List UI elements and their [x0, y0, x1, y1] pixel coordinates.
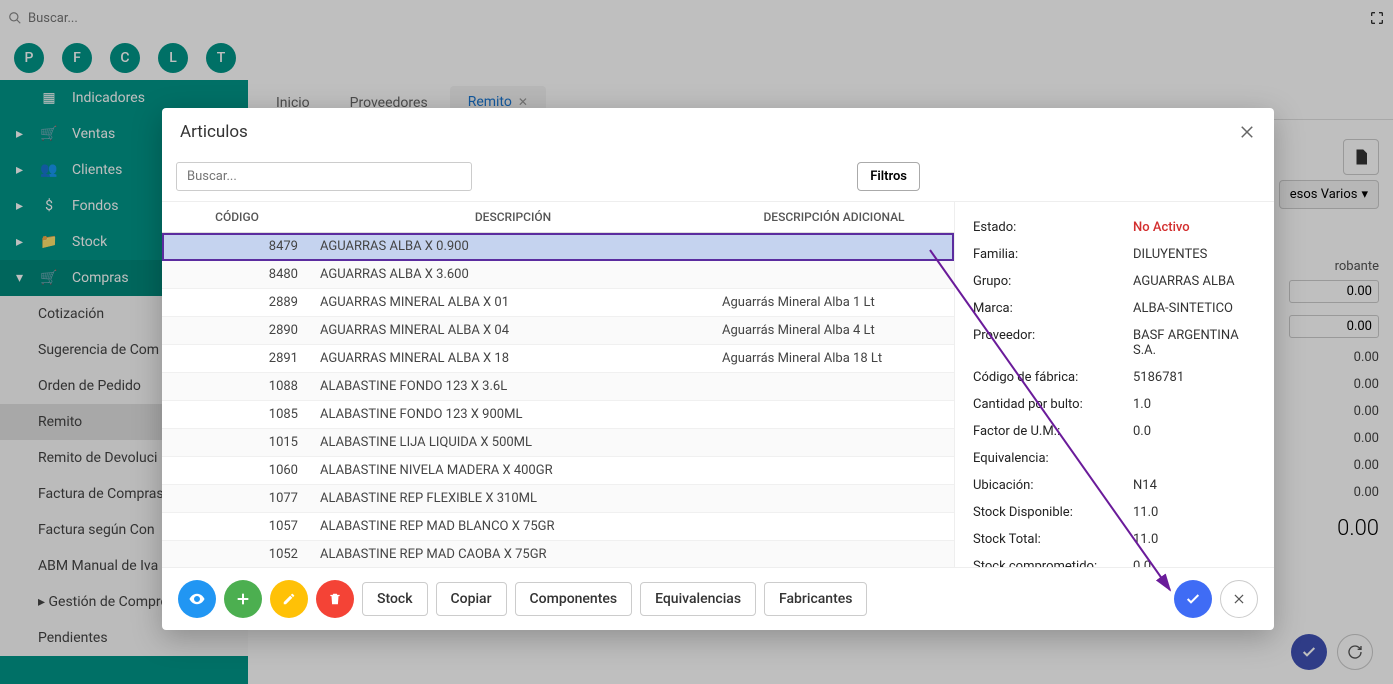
cell-code: 2890 — [162, 317, 312, 345]
cell-desc2 — [714, 233, 954, 261]
detail-label: Equivalencia: — [973, 451, 1133, 466]
cell-desc2 — [714, 373, 954, 401]
articles-grid[interactable]: CÓDIGO DESCRIPCIÓN DESCRIPCIÓN ADICIONAL… — [162, 202, 954, 567]
cell-desc: ALABASTINE REP FLEXIBLE X 310ML — [312, 485, 714, 513]
modal-close-button[interactable] — [1238, 123, 1256, 141]
detail-label: Stock Disponible: — [973, 505, 1133, 520]
detail-value: 0.0 — [1133, 559, 1256, 567]
detail-label: Grupo: — [973, 274, 1133, 289]
detail-value — [1133, 451, 1256, 466]
cell-code: 8479 — [162, 233, 312, 261]
cell-desc2: Aguarrás Mineral Alba 4 Lt — [714, 317, 954, 345]
cell-desc2 — [714, 541, 954, 568]
edit-button[interactable] — [270, 580, 308, 618]
modal-title: Articulos — [180, 122, 248, 142]
cancel-button[interactable] — [1220, 580, 1258, 618]
detail-label: Ubicación: — [973, 478, 1133, 493]
table-row[interactable]: 1088ALABASTINE FONDO 123 X 3.6L — [162, 373, 954, 401]
table-row[interactable]: 8480AGUARRAS ALBA X 3.600 — [162, 261, 954, 289]
cell-code: 1060 — [162, 457, 312, 485]
detail-label: Código de fábrica: — [973, 370, 1133, 385]
detail-value: No Activo — [1133, 220, 1256, 235]
cell-code: 1052 — [162, 541, 312, 568]
cell-code: 1085 — [162, 401, 312, 429]
detail-label: Factor de U.M.: — [973, 424, 1133, 439]
detail-label: Stock comprometido: — [973, 559, 1133, 567]
cell-desc: AGUARRAS ALBA X 0.900 — [312, 233, 714, 261]
table-row[interactable]: 2890AGUARRAS MINERAL ALBA X 04Aguarrás M… — [162, 317, 954, 345]
col-code: CÓDIGO — [162, 202, 312, 233]
cell-desc: AGUARRAS MINERAL ALBA X 01 — [312, 289, 714, 317]
add-button[interactable] — [224, 580, 262, 618]
cell-code: 1088 — [162, 373, 312, 401]
cell-code: 2889 — [162, 289, 312, 317]
detail-value: 11.0 — [1133, 532, 1256, 547]
cell-code: 1077 — [162, 485, 312, 513]
cell-desc: ALABASTINE FONDO 123 X 3.6L — [312, 373, 714, 401]
table-row[interactable]: 1015ALABASTINE LIJA LIQUIDA X 500ML — [162, 429, 954, 457]
cell-desc2: Aguarrás Mineral Alba 18 Lt — [714, 345, 954, 373]
equivalencias-button[interactable]: Equivalencias — [640, 582, 756, 616]
delete-button[interactable] — [316, 580, 354, 618]
col-desc2: DESCRIPCIÓN ADICIONAL — [714, 202, 954, 233]
detail-value: AGUARRAS ALBA — [1133, 274, 1256, 289]
col-desc: DESCRIPCIÓN — [312, 202, 714, 233]
cell-desc: AGUARRAS ALBA X 3.600 — [312, 261, 714, 289]
cell-desc: ALABASTINE REP MAD CAOBA X 75GR — [312, 541, 714, 568]
table-row[interactable]: 1052ALABASTINE REP MAD CAOBA X 75GR — [162, 541, 954, 568]
cell-desc2 — [714, 457, 954, 485]
cell-desc2: Aguarrás Mineral Alba 1 Lt — [714, 289, 954, 317]
copiar-button[interactable]: Copiar — [436, 582, 507, 616]
cell-code: 2891 — [162, 345, 312, 373]
cell-desc: AGUARRAS MINERAL ALBA X 18 — [312, 345, 714, 373]
view-button[interactable] — [178, 580, 216, 618]
cell-desc2 — [714, 429, 954, 457]
cell-desc2 — [714, 485, 954, 513]
detail-label: Stock Total: — [973, 532, 1133, 547]
modal-search-input[interactable] — [176, 162, 472, 191]
table-row[interactable]: 8479AGUARRAS ALBA X 0.900 — [162, 233, 954, 261]
table-row[interactable]: 2889AGUARRAS MINERAL ALBA X 01Aguarrás M… — [162, 289, 954, 317]
detail-value: BASF ARGENTINA S.A. — [1133, 328, 1256, 358]
detail-label: Proveedor: — [973, 328, 1133, 358]
detail-value: DILUYENTES — [1133, 247, 1256, 262]
detail-value: 1.0 — [1133, 397, 1256, 412]
stock-button[interactable]: Stock — [362, 582, 428, 616]
cell-desc: ALABASTINE NIVELA MADERA X 400GR — [312, 457, 714, 485]
detail-value: N14 — [1133, 478, 1256, 493]
detail-label: Familia: — [973, 247, 1133, 262]
accept-button[interactable] — [1174, 580, 1212, 618]
article-detail: Estado:No ActivoFamilia:DILUYENTESGrupo:… — [954, 202, 1274, 567]
table-row[interactable]: 2891AGUARRAS MINERAL ALBA X 18Aguarrás M… — [162, 345, 954, 373]
cell-desc: ALABASTINE LIJA LIQUIDA X 500ML — [312, 429, 714, 457]
detail-value: 0.0 — [1133, 424, 1256, 439]
cell-desc: ALABASTINE REP MAD BLANCO X 75GR — [312, 513, 714, 541]
cell-desc2 — [714, 401, 954, 429]
detail-value: 5186781 — [1133, 370, 1256, 385]
componentes-button[interactable]: Componentes — [515, 582, 633, 616]
cell-desc2 — [714, 261, 954, 289]
articles-modal: Articulos Filtros CÓDIGO DESCRIPCIÓN DES… — [162, 108, 1274, 630]
cell-code: 8480 — [162, 261, 312, 289]
detail-value: 11.0 — [1133, 505, 1256, 520]
detail-label: Estado: — [973, 220, 1133, 235]
detail-value: ALBA-SINTETICO — [1133, 301, 1256, 316]
cell-code: 1015 — [162, 429, 312, 457]
detail-label: Cantidad por bulto: — [973, 397, 1133, 412]
cell-desc: ALABASTINE FONDO 123 X 900ML — [312, 401, 714, 429]
table-row[interactable]: 1057ALABASTINE REP MAD BLANCO X 75GR — [162, 513, 954, 541]
table-row[interactable]: 1077ALABASTINE REP FLEXIBLE X 310ML — [162, 485, 954, 513]
cell-desc2 — [714, 513, 954, 541]
table-row[interactable]: 1085ALABASTINE FONDO 123 X 900ML — [162, 401, 954, 429]
detail-label: Marca: — [973, 301, 1133, 316]
cell-code: 1057 — [162, 513, 312, 541]
table-row[interactable]: 1060ALABASTINE NIVELA MADERA X 400GR — [162, 457, 954, 485]
filters-button[interactable]: Filtros — [857, 162, 920, 191]
fabricantes-button[interactable]: Fabricantes — [764, 582, 867, 616]
cell-desc: AGUARRAS MINERAL ALBA X 04 — [312, 317, 714, 345]
